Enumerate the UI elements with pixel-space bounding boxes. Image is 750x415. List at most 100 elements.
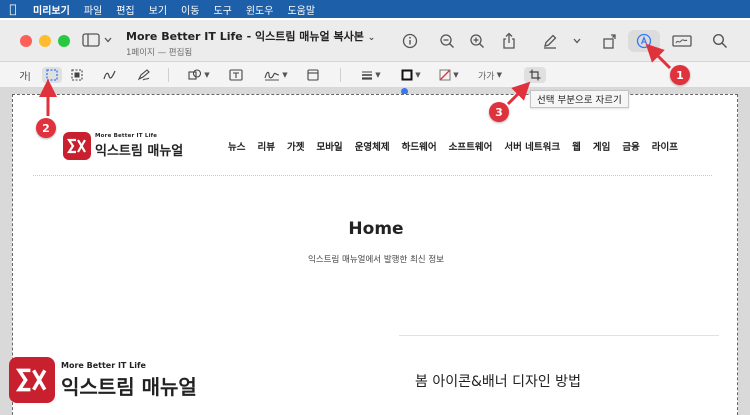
sidebar-toggle-button[interactable]: [82, 33, 112, 47]
watermark-tagline: More Better IT Life: [61, 360, 146, 370]
traffic-lights: [20, 35, 70, 47]
nav-item[interactable]: 모바일: [316, 139, 342, 153]
crop-button[interactable]: [524, 67, 546, 83]
menu-view[interactable]: 보기: [142, 2, 174, 17]
menu-help[interactable]: 도움말: [280, 2, 322, 17]
shape-style-tool[interactable]: ▼: [358, 67, 384, 83]
menu-file[interactable]: 파일: [77, 2, 109, 17]
highlight-pen-icon: [544, 34, 557, 49]
share-button[interactable]: [499, 32, 519, 50]
nav-item[interactable]: 금융: [622, 139, 639, 153]
nav-item[interactable]: 웹: [572, 139, 581, 153]
site-logo[interactable]: More Better IT Life 익스트림 매뉴얼: [63, 132, 183, 160]
instant-alpha-tool[interactable]: [68, 67, 86, 83]
text-style-tool[interactable]: 가가 ▼: [476, 67, 504, 83]
zoom-in-button[interactable]: [467, 32, 487, 50]
title-bar: More Better IT Life - 익스트림 매뉴얼 복사본 ⌄ 1페이…: [0, 20, 750, 62]
adjust-color-tool[interactable]: [304, 67, 322, 83]
minimize-button[interactable]: [39, 35, 51, 47]
menu-go[interactable]: 이동: [174, 2, 206, 17]
chevron-down-icon: ▼: [496, 71, 502, 79]
zoom-out-button[interactable]: [437, 32, 457, 50]
nav-item[interactable]: 리뷰: [257, 139, 274, 153]
highlight-menu-button[interactable]: [570, 32, 584, 50]
markup-button[interactable]: [634, 32, 654, 50]
chevron-down-icon: ▼: [204, 71, 210, 79]
hero-title: Home: [348, 219, 404, 239]
callout-badge-1: 1: [670, 65, 690, 85]
callout-badge-2: 2: [36, 118, 56, 138]
rectangular-selection-tool[interactable]: [42, 67, 62, 83]
rotate-button[interactable]: [600, 32, 620, 50]
sidebar-icon: [82, 33, 100, 47]
nav-item[interactable]: 게임: [593, 139, 610, 153]
shapes-icon: [188, 69, 202, 80]
close-button[interactable]: [20, 35, 32, 47]
chevron-down-icon: [573, 38, 581, 44]
search-icon: [712, 33, 728, 49]
header-divider: [33, 175, 712, 176]
info-icon: [402, 33, 418, 49]
nav-item[interactable]: 라이프: [652, 139, 678, 153]
menu-bar:  미리보기 파일 편집 보기 이동 도구 윈도우 도움말: [0, 0, 750, 18]
document-subtitle: 1페이지 — 편집됨: [126, 48, 193, 58]
nav-item[interactable]: 뉴스: [228, 139, 245, 153]
zoom-in-icon: [470, 34, 484, 48]
watermark-name: 익스트림 매뉴얼: [61, 374, 197, 399]
text-selection-label: 가|: [19, 71, 31, 82]
text-box-icon: [229, 69, 243, 81]
fill-color-tool[interactable]: ▼: [436, 67, 462, 83]
instant-alpha-icon: [71, 69, 83, 81]
text-box-tool[interactable]: [226, 67, 246, 83]
post-divider: [399, 335, 719, 336]
zoom-out-icon: [440, 34, 454, 48]
sign-tool[interactable]: ▼: [262, 67, 290, 83]
menu-app-name[interactable]: 미리보기: [26, 2, 77, 17]
watermark-logo: More Better IT Life 익스트림 매뉴얼: [9, 357, 197, 403]
nav-item[interactable]: 가젯: [287, 139, 304, 153]
toolbar-divider: [168, 68, 169, 82]
draw-pen-icon: [137, 69, 150, 81]
search-button[interactable]: [710, 32, 730, 50]
crop-tooltip: 선택 부분으로 자르기: [530, 90, 629, 108]
border-color-icon: [401, 69, 413, 81]
chevron-down-icon: ▼: [453, 71, 459, 79]
fullscreen-button[interactable]: [58, 35, 70, 47]
preview-window: More Better IT Life - 익스트림 매뉴얼 복사본 ⌄ 1페이…: [0, 20, 750, 415]
line-style-icon: [362, 71, 373, 80]
nav-item[interactable]: 하드웨어: [402, 139, 437, 153]
fill-color-icon: [439, 69, 451, 81]
shapes-tool[interactable]: ▼: [186, 67, 212, 83]
nav-item[interactable]: 운영체제: [355, 139, 390, 153]
post-title[interactable]: 봄 아이콘&배너 디자인 방법: [415, 371, 581, 391]
text-selection-tool[interactable]: 가|: [16, 67, 34, 83]
rotate-icon: [603, 34, 616, 49]
sketch-tool[interactable]: [100, 67, 120, 83]
markup-toolbar: 가| ▼ ▼ ▼ ▼ ▼ 가가 ▼: [0, 62, 750, 88]
signature-box-icon: [672, 35, 692, 47]
watermark-logo-icon: [9, 357, 55, 403]
chevron-down-icon: ▼: [282, 71, 288, 79]
markup-icon: [636, 33, 652, 49]
logo-mark-icon: [63, 132, 91, 160]
nav-item[interactable]: 소프트웨어: [449, 139, 493, 153]
title-chevron-icon: ⌄: [367, 33, 376, 43]
signature-icon: [264, 71, 280, 81]
info-button[interactable]: [400, 32, 420, 50]
nav-item[interactable]: 서버 네트워크: [504, 139, 560, 153]
menu-tools[interactable]: 도구: [206, 2, 238, 17]
signature-button[interactable]: [671, 32, 693, 50]
crop-icon: [529, 69, 541, 81]
border-color-tool[interactable]: ▼: [398, 67, 424, 83]
highlight-button[interactable]: [540, 32, 560, 50]
chevron-down-icon: [104, 37, 112, 43]
toolbar-divider: [340, 68, 341, 82]
document-title-block[interactable]: More Better IT Life - 익스트림 매뉴얼 복사본 ⌄ 1페이…: [126, 28, 375, 58]
logo-tagline: More Better IT Life: [95, 133, 158, 139]
draw-tool[interactable]: [134, 67, 154, 83]
apple-menu-icon[interactable]: : [0, 2, 26, 16]
document-title: More Better IT Life - 익스트림 매뉴얼 복사본: [126, 30, 364, 43]
menu-edit[interactable]: 편집: [109, 2, 141, 17]
menu-window[interactable]: 윈도우: [239, 2, 281, 17]
sketch-icon: [103, 70, 116, 80]
